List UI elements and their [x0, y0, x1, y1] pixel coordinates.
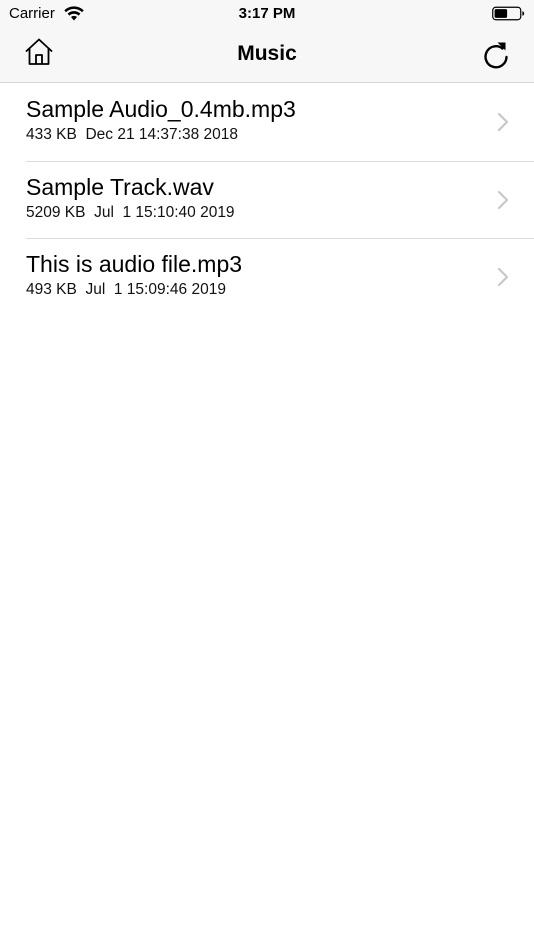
- file-name: This is audio file.mp3: [26, 251, 243, 277]
- file-list: Sample Audio_0.4mb.mp3 433 KB Dec 21 14:…: [0, 84, 534, 317]
- status-time: 3:17 PM: [238, 5, 296, 22]
- status-bar: Carrier 3:17 PM: [0, 0, 534, 28]
- battery-icon: [492, 6, 525, 21]
- file-meta: 493 KB Jul 1 15:09:46 2019: [26, 281, 226, 298]
- chevron-right-icon: [497, 190, 509, 209]
- list-item[interactable]: This is audio file.mp3 493 KB Jul 1 15:0…: [0, 239, 534, 317]
- refresh-icon[interactable]: [482, 40, 510, 70]
- file-name: Sample Track.wav: [26, 173, 214, 200]
- screen: Carrier 3:17 PM Music Sample Audio_0.4mb…: [0, 0, 534, 950]
- page-title: Music: [237, 42, 297, 65]
- list-item[interactable]: Sample Track.wav 5209 KB Jul 1 15:10:40 …: [0, 162, 534, 240]
- chevron-right-icon: [497, 267, 509, 287]
- list-item[interactable]: Sample Audio_0.4mb.mp3 433 KB Dec 21 14:…: [0, 84, 534, 162]
- chevron-right-icon: [497, 112, 509, 132]
- file-meta: 433 KB Dec 21 14:37:38 2018: [26, 126, 238, 143]
- file-name: Sample Audio_0.4mb.mp3: [26, 96, 296, 122]
- file-meta: 5209 KB Jul 1 15:10:40 2019: [26, 203, 235, 221]
- navigation-bar: Music: [0, 28, 534, 83]
